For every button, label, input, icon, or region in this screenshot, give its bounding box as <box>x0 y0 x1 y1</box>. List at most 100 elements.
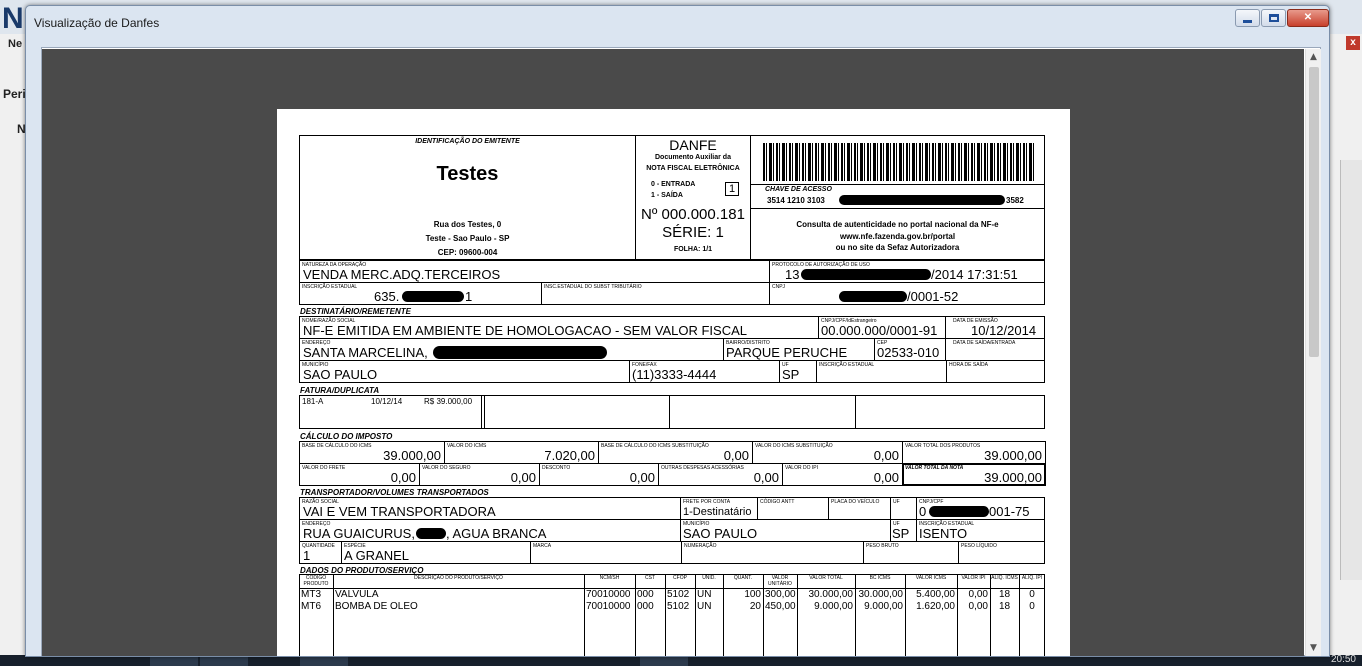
table-column-divider <box>855 574 856 656</box>
table-cell: 100 <box>744 589 761 600</box>
table-cell: 0 <box>1029 589 1035 600</box>
calc-value: 0,00 <box>723 448 749 463</box>
fone-value: (11)3333-4444 <box>632 367 717 382</box>
redaction <box>839 195 1005 205</box>
scroll-thumb[interactable] <box>1309 67 1319 357</box>
danfe-folha: FOLHA: 1/1 <box>673 246 713 253</box>
municipio-value: SAO PAULO <box>303 367 378 382</box>
qtd-value: 1 <box>303 548 311 563</box>
danfe-viewer-window: Visualização de Danfes ✕ IDENTIFICAÇÃO D… <box>25 5 1330 657</box>
table-cell: 30.000,00 <box>808 589 854 600</box>
redaction <box>839 291 907 302</box>
divider <box>484 395 485 429</box>
transp-ie: ISENTO <box>919 526 968 541</box>
calc-value: 0,00 <box>873 470 899 485</box>
table-header-cell: CFOP <box>673 575 687 581</box>
peso-liquido-label: PESO LÍQUIDO <box>961 543 997 549</box>
danfe-subtitle1: Documento Auxiliar da <box>655 154 731 161</box>
calc-value: 0,00 <box>390 470 416 485</box>
table-cell: 70010000 <box>586 589 631 600</box>
protocolo-start: 13 <box>785 267 800 282</box>
saida-label: 1 - SAÍDA <box>651 192 683 199</box>
minimize-button[interactable] <box>1235 9 1260 27</box>
table-column-divider <box>905 574 906 656</box>
table-cell: 5102 <box>667 601 690 612</box>
table-header-cell: VALOR UNITÁRIO <box>768 575 792 587</box>
background-close-button[interactable]: x <box>1346 36 1360 50</box>
background-grid <box>1340 160 1362 580</box>
table-cell: 18 <box>998 589 1011 600</box>
report-viewer: IDENTIFICAÇÃO DO EMITENTE Testes Rua dos… <box>41 47 1321 656</box>
maximize-button[interactable] <box>1261 9 1286 27</box>
danfe-document: IDENTIFICAÇÃO DO EMITENTE Testes Rua dos… <box>299 135 1046 656</box>
table-cell: 5.400,00 <box>916 589 955 600</box>
protocolo-end: /2014 17:31:51 <box>931 267 1018 282</box>
transp-endereco-end: , AGUA BRANCA <box>446 526 547 541</box>
background-menu-label[interactable]: Ne <box>8 38 22 50</box>
scroll-up-icon[interactable]: ▲ <box>1310 52 1317 62</box>
redaction <box>402 291 464 302</box>
table-cell: 18 <box>998 601 1011 612</box>
divider <box>750 184 1045 185</box>
cnpj-label: CNPJ <box>772 284 786 290</box>
table-column-divider <box>723 574 724 656</box>
tipo-box: 1 <box>725 182 739 196</box>
hora-label: HORA DE SAÍDA <box>949 362 988 368</box>
scroll-down-icon[interactable]: ▼ <box>1310 643 1317 653</box>
ie-start: 635. <box>374 289 400 304</box>
table-cell: MT3 <box>301 589 321 600</box>
natureza-value: VENDA MERC.ADQ.TERCEIROS <box>303 267 501 282</box>
placa-label: PLACA DO VEÍCULO <box>831 499 880 505</box>
frete-value: 1-Destinatário <box>683 506 752 518</box>
emitente-cep: CEP: 09600-004 <box>437 248 498 257</box>
table-cell: 30.000,00 <box>858 589 904 600</box>
table-header-cell: VALOR ICMS <box>915 575 947 581</box>
table-cell: 5102 <box>667 589 690 600</box>
emissao-value: 10/12/2014 <box>971 323 1037 338</box>
transp-uf-label: UF <box>893 499 900 505</box>
transportador-section: TRANSPORTADOR/VOLUMES TRANSPORTADOS <box>300 488 489 497</box>
danfe-subtitle2: NOTA FISCAL ELETRÔNICA <box>646 165 740 172</box>
table-cell: VALVULA <box>335 589 379 600</box>
saida-label: DATA DE SAÍDA/ENTRADA <box>953 340 1016 346</box>
table-cell: 0,00 <box>968 601 988 612</box>
transp-cnpj-start: 0 <box>919 504 927 519</box>
table-cell: 0 <box>1029 601 1035 612</box>
table-column-divider <box>635 574 636 656</box>
table-header-cell: VALOR IPI <box>961 575 986 581</box>
danfe-serie: SÉRIE: 1 <box>662 224 724 241</box>
table-cell: 000 <box>637 601 654 612</box>
transp-endereco-start: RUA GUAICURUS, <box>303 526 415 541</box>
table-header-cell: BC ICMS <box>869 575 891 581</box>
ie-label: INSCRIÇÃO ESTADUAL <box>302 284 358 290</box>
table-cell: 1.620,00 <box>916 601 955 612</box>
danfe-number: Nº 000.000.181 <box>641 206 745 223</box>
emitente-address1: Rua dos Testes, 0 <box>433 220 502 229</box>
table-cell: 300,00 <box>765 589 796 600</box>
table-cell: 20 <box>749 601 761 612</box>
chave-label: CHAVE DE ACESSO <box>765 186 832 193</box>
table-border <box>299 574 1045 656</box>
calc-value: 0,00 <box>510 470 536 485</box>
table-cell: MT6 <box>301 601 321 612</box>
cnpj-end: /0001-52 <box>907 289 959 304</box>
fatura-data: 10/12/14 <box>371 397 403 406</box>
chave-end: 3582 <box>1006 196 1024 205</box>
vertical-scrollbar[interactable]: ▲ ▼ <box>1305 49 1321 656</box>
report-canvas[interactable]: IDENTIFICAÇÃO DO EMITENTE Testes Rua dos… <box>42 49 1304 656</box>
table-column-divider <box>990 574 991 656</box>
transp-uf2: SP <box>892 526 910 541</box>
table-cell: 9.000,00 <box>814 601 853 612</box>
table-header-cell: VALOR TOTAL <box>809 575 843 581</box>
redaction <box>433 346 607 359</box>
chave-start: 3514 1210 3103 <box>767 196 825 205</box>
consulta-line1: Consulta de autenticidade no portal naci… <box>796 220 999 229</box>
taskbar-clock: 20:50 <box>1330 654 1356 665</box>
maximize-icon <box>1268 14 1279 22</box>
table-header-cell: ALIQ. IPI <box>1021 575 1043 581</box>
close-button[interactable]: ✕ <box>1287 9 1329 27</box>
consulta-line2: www.nfe.fazenda.gov.br/portal <box>839 232 956 241</box>
dest-ie-label: INSCRIÇÃO ESTADUAL <box>819 362 875 368</box>
table-column-divider <box>333 574 334 656</box>
calc-value: 0,00 <box>629 470 655 485</box>
